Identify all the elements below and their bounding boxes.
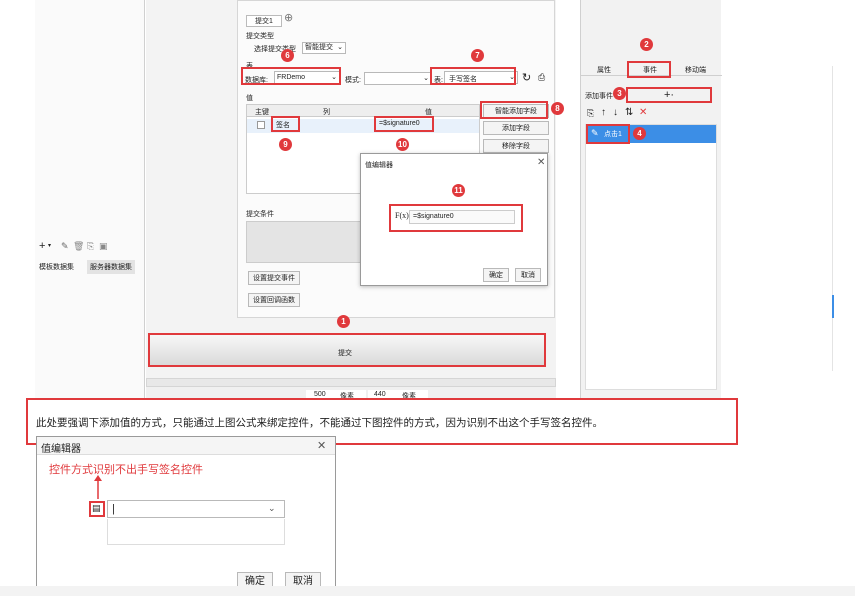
submit-button-label: 提交	[338, 350, 352, 357]
widget-icon-highlight: ▤	[89, 501, 105, 517]
condition-title: 提交条件	[246, 211, 274, 218]
add-event-label: 添加事件	[585, 93, 613, 100]
right-border	[832, 66, 833, 371]
close-x-icon[interactable]: ✕	[317, 439, 326, 452]
chevron-down-icon[interactable]: ⌄	[268, 503, 276, 514]
marker-1: 1	[337, 315, 350, 328]
dataset-toolbar: + ▾ ✎ 🗑 ⎘ ▣	[39, 240, 139, 254]
set-submit-event-button[interactable]: 设置提交事件	[248, 271, 300, 285]
copy-icon[interactable]: ⎘	[87, 241, 94, 252]
submit-button[interactable]: 提交	[148, 333, 546, 367]
width-value: 500	[314, 391, 326, 398]
value-editor-lower-titlebar: 值编辑器 ✕	[37, 437, 335, 455]
smart-submit-value: 智能提交	[305, 44, 333, 51]
add-event-button: +·	[664, 89, 675, 101]
highlight-event-item: ✎ 点击1	[586, 124, 630, 144]
marker-3: 3	[613, 87, 626, 100]
arrow-down-icon[interactable]: ↓	[613, 107, 618, 118]
marker-9: 9	[279, 138, 292, 151]
annotation-text: 控件方式识别不出手写签名控件	[49, 464, 203, 476]
value-editor-ok-button[interactable]: 确定	[483, 268, 509, 282]
export-icon[interactable]: ⎙	[538, 72, 545, 83]
focus-bar	[832, 295, 834, 318]
tab-template-dataset[interactable]: 模板数据集	[39, 262, 74, 272]
marker-8: 8	[551, 102, 564, 115]
widget-icon[interactable]: ▤	[92, 503, 101, 514]
bottom-strip	[0, 586, 855, 596]
left-panel: + ▾ ✎ 🗑 ⎘ ▣ 模板数据集 服务器数据集	[35, 0, 145, 400]
dropdown-arrow-icon: ⌄	[423, 75, 429, 82]
marker-7: 7	[471, 49, 484, 62]
highlight-events-tab	[627, 61, 671, 78]
copy-icon[interactable]: ⎘	[587, 108, 594, 119]
event-list-area	[585, 124, 717, 390]
formula-input[interactable]: =$signature0	[409, 210, 515, 224]
value-editor-dialog-lower: 值编辑器 ✕ 控件方式识别不出手写签名控件 ▤ | ⌄ 确定 取消	[36, 436, 336, 596]
formula-field-highlight: F(x) =$signature0	[389, 204, 523, 232]
highlight-column: 签名	[271, 116, 300, 132]
annotation-arrow	[94, 475, 102, 499]
add-tab-icon[interactable]: ⊕	[284, 11, 293, 24]
refresh-icon[interactable]: ↻	[522, 71, 531, 84]
mode-combo[interactable]: ⌄	[364, 72, 432, 85]
note-text: 此处要强调下添加值的方式，只能通过上图公式来绑定控件，不能通过下图控件的方式，因…	[36, 417, 603, 429]
event-item-label: 点击1	[604, 131, 622, 138]
marker-6: 6	[281, 49, 294, 62]
arrow-up-icon[interactable]: ↑	[601, 107, 606, 118]
dropdown-arrow-icon[interactable]: ▾	[48, 242, 51, 249]
row-column-value: 签名	[276, 122, 290, 129]
delete-icon[interactable]: 🗑	[73, 241, 84, 252]
marker-4: 4	[633, 127, 646, 140]
edit-icon[interactable]: ✎	[61, 241, 69, 252]
value-editor-lower-title: 值编辑器	[41, 444, 81, 455]
col-key-header: 主键	[255, 109, 269, 116]
row-value-text: =$signature0	[379, 120, 420, 127]
values-title: 值	[246, 95, 253, 102]
formula-value: =$signature0	[413, 213, 454, 220]
highlight-smart-add	[480, 101, 548, 119]
marker-11: 11	[452, 184, 465, 197]
preview-icon[interactable]: ▣	[99, 241, 108, 252]
pencil-icon: ✎	[591, 128, 599, 138]
mode-label: 模式:	[345, 77, 361, 84]
value-editor-title: 值编辑器	[365, 162, 393, 169]
tab-server-dataset[interactable]: 服务器数据集	[87, 260, 135, 274]
close-x-icon[interactable]: ✕	[639, 107, 647, 118]
right-panel: 属性 事件 移动端 添加事件 ⎘ ↑ ↓ ⇅ ✕	[580, 0, 722, 400]
col-column-header: 列	[323, 109, 330, 116]
tab-submit1[interactable]: 提交1	[246, 15, 282, 27]
value-editor-dialog: 值编辑器 ✕ F(x) =$signature0 确定 取消	[360, 153, 548, 286]
add-field-button[interactable]: 添加字段	[483, 121, 549, 135]
dropdown-arrow-icon: ⌄	[337, 44, 343, 51]
highlight-value: =$signature0	[374, 116, 434, 132]
height-value: 440	[374, 391, 386, 398]
remove-field-button[interactable]: 移除字段	[483, 139, 549, 153]
highlight-add-event[interactable]: +·	[626, 87, 712, 103]
set-callback-button[interactable]: 设置回调函数	[248, 293, 300, 307]
text-cursor: |	[112, 503, 115, 515]
highlight-db	[241, 67, 341, 85]
condition-area	[246, 221, 371, 263]
widget-select-area	[107, 519, 285, 545]
sort-icon[interactable]: ⇅	[625, 107, 633, 118]
highlight-table	[430, 67, 516, 85]
submit-type-title: 提交类型	[246, 33, 274, 40]
widget-select[interactable]: | ⌄	[107, 500, 285, 518]
value-editor-cancel-button[interactable]: 取消	[515, 268, 541, 282]
formula-icon[interactable]: F(x)	[395, 211, 409, 220]
marker-2: 2	[640, 38, 653, 51]
marker-10: 10	[396, 138, 409, 151]
close-x-icon[interactable]: ✕	[537, 157, 545, 168]
horizontal-scrollbar[interactable]	[146, 378, 556, 387]
add-icon[interactable]: +	[39, 240, 45, 252]
tab-mobile[interactable]: 移动端	[685, 65, 706, 75]
smart-submit-combo[interactable]: 智能提交 ⌄	[302, 42, 346, 54]
key-checkbox[interactable]	[257, 121, 265, 129]
tab-properties[interactable]: 属性	[597, 65, 611, 75]
event-toolbar: ⎘ ↑ ↓ ⇅ ✕	[587, 107, 667, 120]
